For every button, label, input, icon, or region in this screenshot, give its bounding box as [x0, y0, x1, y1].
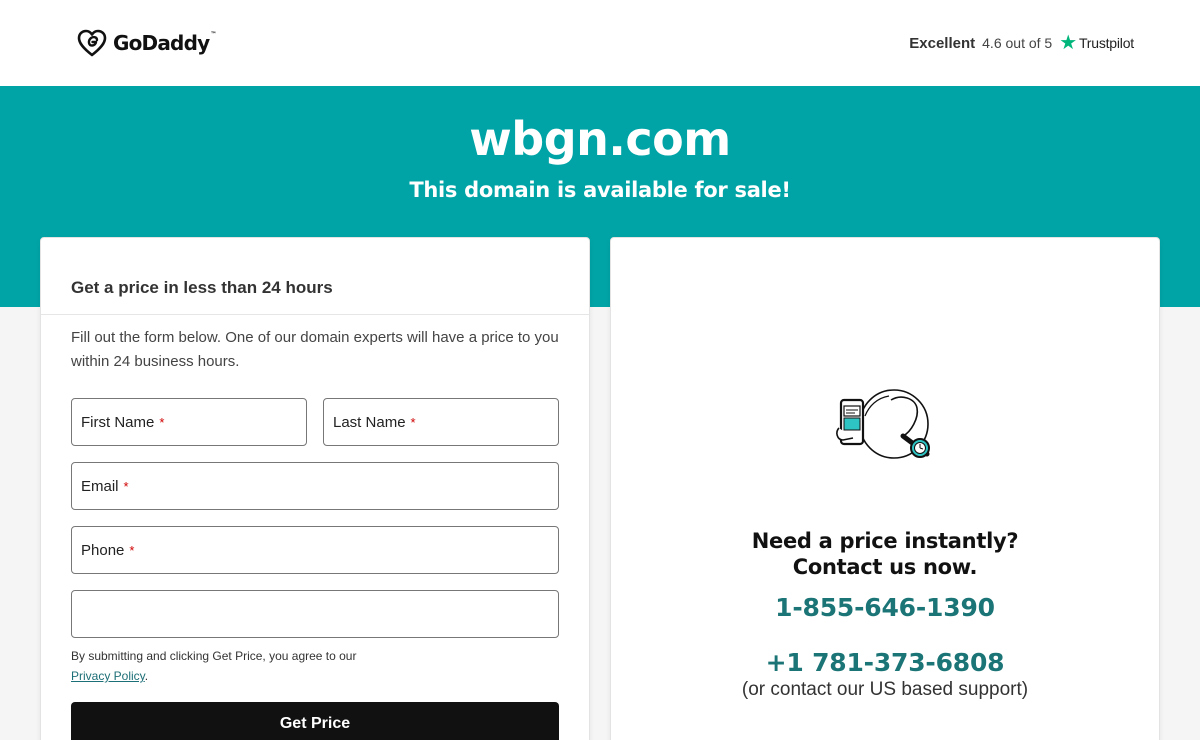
trustpilot-rating[interactable]: Excellent 4.6 out of 5 ★ Trustpilot	[909, 33, 1134, 53]
phone-primary-link[interactable]: 1-855-646-1390	[611, 593, 1159, 622]
email-input[interactable]	[72, 463, 558, 509]
first-name-input[interactable]	[72, 399, 306, 445]
form-divider	[41, 314, 589, 315]
site-header: GoDaddy™ Excellent 4.6 out of 5 ★ Trustp…	[0, 0, 1200, 86]
form-title: Get a price in less than 24 hours	[71, 278, 333, 297]
sale-subtitle: This domain is available for sale!	[409, 178, 791, 202]
domain-name: wbgn.com	[469, 112, 731, 166]
trust-rating-word: Excellent	[909, 34, 976, 52]
extra-field[interactable]	[71, 590, 559, 638]
get-price-button[interactable]: Get Price	[71, 702, 559, 740]
email-field[interactable]: Email *	[71, 462, 559, 510]
phone-field[interactable]: Phone *	[71, 526, 559, 574]
phone-secondary-link[interactable]: +1 781-373-6808	[611, 648, 1159, 677]
price-request-card: Get a price in less than 24 hours Fill o…	[40, 237, 590, 740]
consent-text: By submitting and clicking Get Price, yo…	[71, 649, 357, 683]
first-name-field[interactable]: First Name *	[71, 398, 307, 446]
trustpilot-star-icon: ★	[1059, 32, 1077, 54]
privacy-policy-link[interactable]: Privacy Policy	[71, 669, 145, 683]
godaddy-logo[interactable]: GoDaddy™	[77, 29, 216, 57]
godaddy-heart-icon	[77, 29, 107, 57]
form-description: Fill out the form below. One of our doma…	[71, 329, 559, 370]
name-row: First Name * Last Name *	[71, 398, 559, 446]
last-name-field[interactable]: Last Name *	[323, 398, 559, 446]
phone-input[interactable]	[72, 527, 558, 573]
logo-wordmark: GoDaddy™	[113, 31, 216, 55]
contact-card: Need a price instantly? Contact us now. …	[610, 237, 1160, 740]
trustpilot-brand: ★ Trustpilot	[1059, 33, 1134, 53]
contact-heading: Need a price instantly? Contact us now.	[751, 529, 1019, 579]
trustpilot-label: Trustpilot	[1078, 35, 1134, 51]
support-note: (or contact our US based support)	[741, 679, 1029, 700]
trust-score: 4.6 out of 5	[982, 35, 1053, 51]
phone-handshake-illustration	[836, 389, 930, 459]
extra-input[interactable]	[72, 591, 558, 637]
last-name-input[interactable]	[324, 399, 558, 445]
